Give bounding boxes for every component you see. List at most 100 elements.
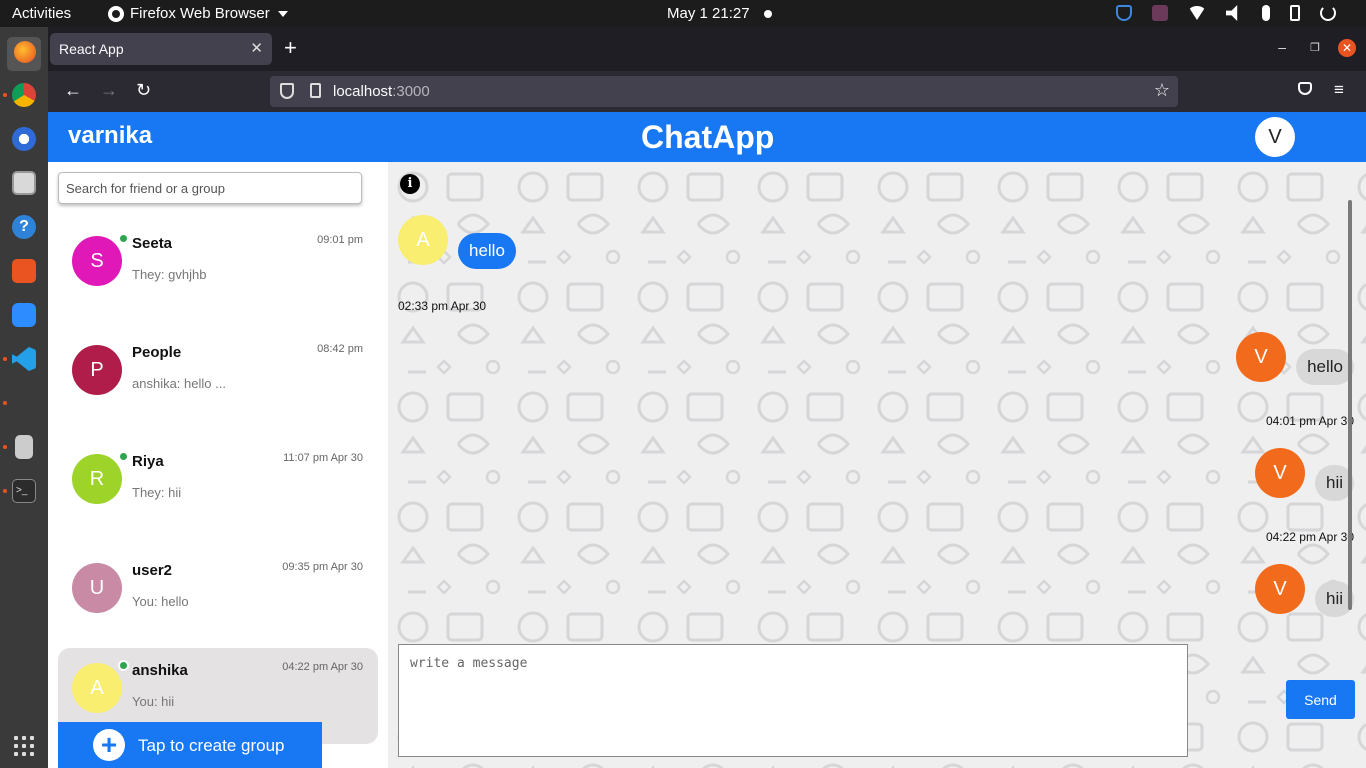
url-text: localhost:3000 xyxy=(333,83,430,100)
running-indicator xyxy=(3,445,7,449)
clock[interactable]: May 1 21:27 xyxy=(667,5,772,22)
reload-icon[interactable]: ↻ xyxy=(136,80,151,101)
caret-down-icon xyxy=(277,10,288,17)
close-window-icon[interactable]: ✕ xyxy=(1338,39,1356,57)
thunderbird-dock-icon[interactable] xyxy=(12,127,36,151)
running-indicator xyxy=(3,401,7,405)
forward-icon[interactable]: → xyxy=(100,80,118,101)
scrollbar[interactable] xyxy=(1348,200,1352,610)
message-avatar: V xyxy=(1236,332,1286,382)
avatar: R xyxy=(72,454,122,504)
url-port: :3000 xyxy=(392,83,430,100)
nav-bar: ← → ↻ localhost:3000 ☆ ≡ xyxy=(48,71,1366,112)
menu-icon[interactable]: ≡ xyxy=(1334,80,1344,100)
chat-name: Riya xyxy=(132,453,164,470)
app-header: varnika ChatApp V xyxy=(48,112,1366,162)
page-info-icon[interactable] xyxy=(310,83,321,98)
tracking-protection-icon[interactable] xyxy=(280,83,294,99)
system-tray[interactable] xyxy=(1116,5,1336,21)
url-host: localhost xyxy=(333,83,393,100)
help-dock-icon[interactable]: ? xyxy=(12,215,36,239)
chat-list-item[interactable]: Uuser2 You: hello 09:35 pm Apr 30 xyxy=(58,548,378,644)
chat-name: Seeta xyxy=(132,235,173,252)
url-bar[interactable]: localhost:3000 ☆ xyxy=(270,76,1178,107)
chat-time: 11:07 pm Apr 30 xyxy=(283,452,363,464)
pocket-icon[interactable] xyxy=(1298,82,1312,95)
chat-time: 09:01 pm xyxy=(317,234,363,246)
create-group-label: Tap to create group xyxy=(138,736,285,755)
app-menu-label: Firefox Web Browser xyxy=(130,5,270,22)
chat-name: People xyxy=(132,344,182,361)
running-indicator xyxy=(3,489,7,493)
current-username: varnika xyxy=(68,122,153,149)
chat-time: 08:42 pm xyxy=(317,343,363,355)
online-status-icon xyxy=(118,233,129,244)
message-timestamp: 04:22 pm Apr 30 xyxy=(1265,530,1354,544)
terminal-dock-icon[interactable]: >_ xyxy=(12,479,36,503)
new-tab-icon[interactable]: + xyxy=(284,37,297,59)
message-avatar: V xyxy=(1255,448,1305,498)
power-icon xyxy=(1320,5,1336,21)
send-button[interactable]: Send xyxy=(1286,680,1355,719)
chat-sidebar: S Seeta They: gvhjhb 09:01 pm P People anshika… xyxy=(48,162,388,768)
shield-icon xyxy=(1116,5,1132,21)
chat-name: anshika xyxy=(132,662,188,679)
chat-last-message: You: hello xyxy=(132,594,189,609)
plus-icon: + xyxy=(93,729,125,761)
zoom-dock-icon[interactable] xyxy=(12,303,36,327)
tab-title: React App xyxy=(59,41,124,57)
notification-dot-icon xyxy=(763,9,772,18)
chat-time: 04:22 pm Apr 30 xyxy=(282,661,363,673)
tab-react-app[interactable]: React App ✕ xyxy=(50,33,272,65)
minimize-icon[interactable]: – xyxy=(1278,39,1286,55)
chat-list-item[interactable]: R Riya They: hii 11:07 pm Apr 30 xyxy=(58,439,378,535)
chat-list-item[interactable]: P People anshika: hello ... 08:42 pm xyxy=(58,330,378,426)
activities-button[interactable]: Activities xyxy=(12,5,71,22)
chat-time: 09:35 pm Apr 30 xyxy=(282,561,363,573)
avatar: S xyxy=(72,236,122,286)
chat-name: user2 xyxy=(132,562,173,579)
message-input[interactable] xyxy=(398,644,1188,757)
tab-strip: React App ✕ + – ❐ ✕ xyxy=(48,27,1366,71)
user-avatar[interactable]: V xyxy=(1255,117,1295,157)
close-tab-icon[interactable]: ✕ xyxy=(250,39,263,57)
show-applications-icon[interactable] xyxy=(14,736,34,756)
firefox-icon xyxy=(108,5,124,22)
chat-list-item[interactable]: S Seeta They: gvhjhb 09:01 pm xyxy=(58,221,378,317)
online-status-icon xyxy=(118,451,129,462)
outgoing-message-bubble: hello xyxy=(1296,349,1354,385)
volume-icon xyxy=(1226,5,1238,21)
info-icon[interactable]: i xyxy=(400,174,420,194)
message-timestamp: 02:33 pm Apr 30 xyxy=(398,299,487,313)
firefox-icon xyxy=(14,41,36,63)
chrome-dock-icon[interactable] xyxy=(12,83,36,107)
chat-last-message: They: hii xyxy=(132,485,182,500)
clock-label: May 1 21:27 xyxy=(667,5,750,22)
software-dock-icon[interactable] xyxy=(12,259,36,283)
files-dock-icon[interactable] xyxy=(12,171,36,195)
app-menu[interactable]: Firefox Web Browser xyxy=(108,5,288,22)
restore-icon[interactable]: ❐ xyxy=(1310,41,1320,54)
create-group-button[interactable]: + Tap to create group xyxy=(58,722,322,768)
indicator-icon xyxy=(1152,5,1168,21)
running-indicator xyxy=(3,93,7,97)
chat-app: varnika ChatApp V S Seeta They: gvhjhb 09:0… xyxy=(48,112,1366,768)
dock: ? >_ xyxy=(0,27,48,768)
search-input[interactable] xyxy=(58,172,362,204)
back-icon[interactable]: ← xyxy=(64,80,82,101)
system-top-bar: Activities Firefox Web Browser May 1 21:… xyxy=(0,0,1366,27)
text-editor-dock-icon[interactable] xyxy=(15,435,33,459)
message-avatar: A xyxy=(398,215,448,265)
app-brand-title: ChatApp xyxy=(641,119,775,155)
bookmark-star-icon[interactable]: ☆ xyxy=(1154,80,1170,101)
battery-icon xyxy=(1290,5,1300,21)
microphone-icon xyxy=(1262,5,1270,21)
running-indicator xyxy=(3,357,7,361)
chat-last-message: anshika: hello ... xyxy=(132,376,226,391)
message-timestamp: 04:01 pm Apr 30 xyxy=(1265,414,1354,428)
chat-last-message: You: hii xyxy=(132,694,175,709)
chat-last-message: They: gvhjhb xyxy=(132,267,207,282)
online-status-icon xyxy=(118,660,129,671)
avatar: P xyxy=(72,345,122,395)
vscode-dock-icon[interactable] xyxy=(12,347,36,371)
